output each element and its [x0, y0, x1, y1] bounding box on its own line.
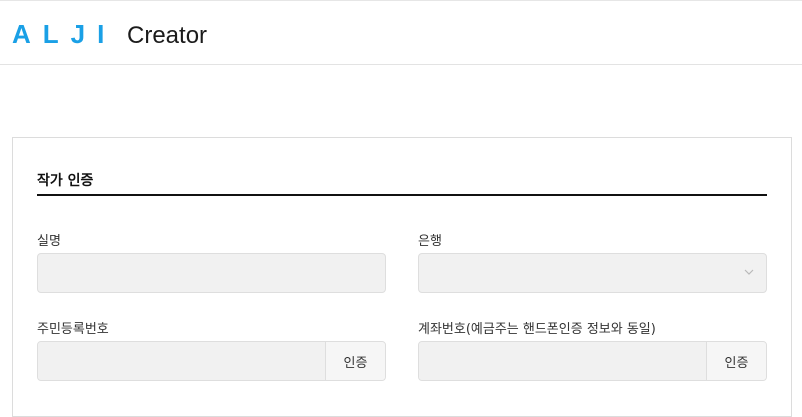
account-number-input[interactable]: [419, 342, 706, 380]
resident-number-label: 주민등록번호: [37, 322, 109, 337]
account-verify-button[interactable]: 인증: [706, 342, 766, 380]
resident-number-field: 인증: [37, 341, 386, 381]
bank-label: 은행: [418, 234, 442, 249]
title-divider: [37, 194, 767, 196]
real-name-label: 실명: [37, 234, 61, 249]
account-number-field: 인증: [418, 341, 767, 381]
author-verification-card: 작가 인증 실명 은행 주민등록번호 인증 계좌번호(예금주는 핸드폰인증 정보…: [12, 137, 792, 417]
resident-verify-button[interactable]: 인증: [325, 342, 385, 380]
app-header: ALJI Creator: [0, 0, 802, 65]
logo-text[interactable]: Creator: [127, 21, 207, 51]
chevron-down-icon: [744, 269, 754, 275]
bank-select[interactable]: [418, 253, 767, 293]
section-title: 작가 인증: [37, 173, 94, 189]
account-number-label: 계좌번호(예금주는 핸드폰인증 정보와 동일): [418, 322, 656, 337]
real-name-input[interactable]: [37, 253, 386, 293]
resident-number-input[interactable]: [38, 342, 325, 380]
logo-mark[interactable]: ALJI: [12, 18, 116, 50]
